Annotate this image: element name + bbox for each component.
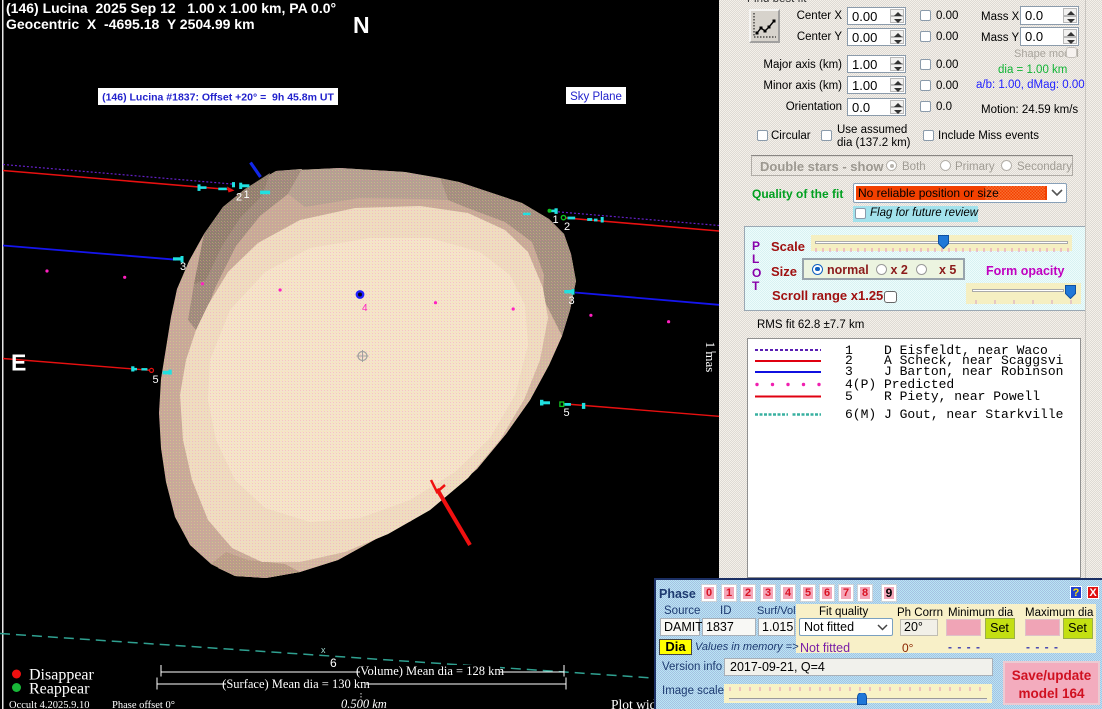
svg-text:0.500 km: 0.500 km [341, 697, 387, 709]
svg-text:1 mas: 1 mas [703, 342, 718, 373]
svg-text:2: 2 [564, 221, 570, 233]
svg-text:3: 3 [569, 295, 575, 307]
svg-text:5: 5 [564, 407, 570, 419]
svg-text:(Volume) Mean dia = 128 km: (Volume) Mean dia = 128 km [356, 664, 504, 678]
svg-text:Phase offset 0°: Phase offset 0° [112, 700, 175, 709]
svg-text:1: 1 [244, 189, 250, 201]
svg-text:4: 4 [362, 303, 368, 314]
svg-text:Geocentric X -4695.18 Y 250: Geocentric X -4695.18 Y 2504.99 km [6, 16, 255, 32]
svg-text:x: x [321, 645, 326, 655]
svg-text:6: 6 [330, 656, 337, 670]
svg-text:Reappear: Reappear [29, 681, 90, 698]
svg-text:1: 1 [553, 214, 559, 226]
svg-text:5: 5 [153, 374, 159, 386]
svg-text:E: E [11, 350, 26, 376]
svg-text:Sky Plane: Sky Plane [570, 91, 622, 103]
svg-text:(Surface) Mean dia = 130 km: (Surface) Mean dia = 130 km [222, 677, 370, 691]
svg-text:N: N [353, 12, 370, 38]
svg-text:(146) Lucina 2025 Sep 12 1.: (146) Lucina 2025 Sep 12 1.00 x 1.00 km,… [6, 0, 336, 16]
svg-text:3: 3 [180, 261, 186, 273]
svg-text:Occult 4.2025.9.10: Occult 4.2025.9.10 [9, 700, 90, 709]
svg-text:2: 2 [236, 192, 242, 204]
svg-text:(146) Lucina #1837: Offset +20: (146) Lucina #1837: Offset +20° = 9h 45.… [102, 92, 334, 104]
